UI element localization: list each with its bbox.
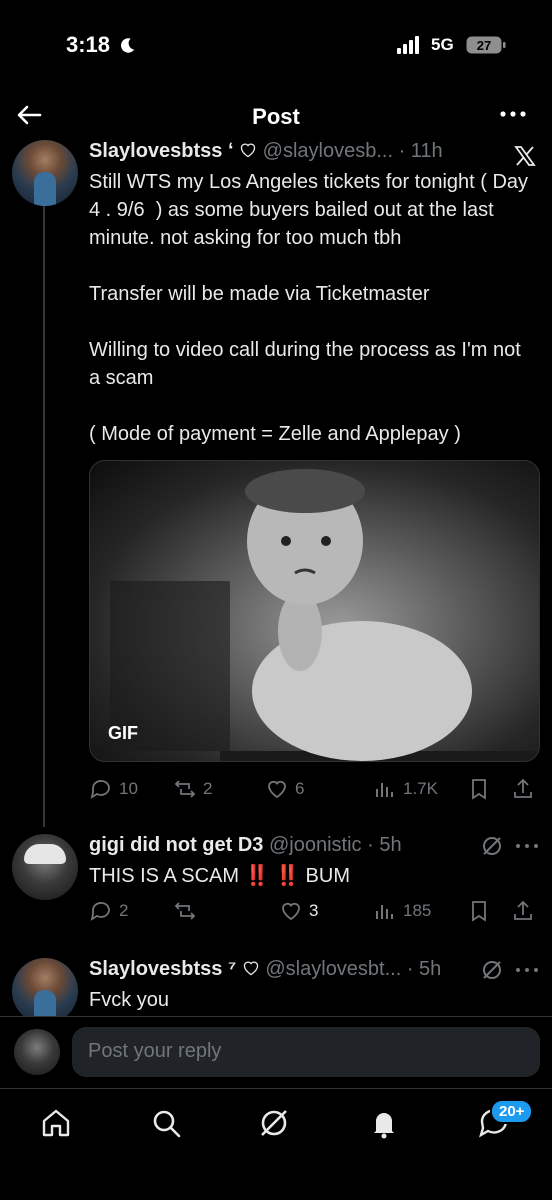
views-button[interactable]: 185 <box>373 896 431 926</box>
grok-icon[interactable] <box>480 958 504 982</box>
reply-count: 2 <box>119 901 129 920</box>
more-options-icon[interactable] <box>514 960 540 980</box>
post-paragraph: ( Mode of payment = Zelle and Applepay ) <box>89 423 461 445</box>
reply-composer: Post your reply <box>0 1016 552 1088</box>
like-count: 6 <box>295 779 305 798</box>
battery-icon: 27 <box>466 36 506 54</box>
share-button[interactable] <box>511 896 535 926</box>
post-actions: 10 2 6 1.7K <box>89 774 539 804</box>
repost-icon <box>174 902 196 920</box>
share-icon <box>514 900 532 920</box>
bookmark-icon <box>472 901 486 922</box>
grok-icon[interactable] <box>480 834 504 858</box>
bookmark-icon <box>472 779 486 800</box>
avatar <box>14 1029 60 1075</box>
reply-text: Fvck you <box>89 989 170 1011</box>
status-time: 3:18 <box>66 32 111 57</box>
heart-badge-icon <box>240 143 256 158</box>
more-options-icon[interactable] <box>514 836 540 856</box>
heart-badge-icon <box>243 961 259 976</box>
heart-icon <box>282 902 300 921</box>
repost-button[interactable] <box>173 896 197 926</box>
like-button[interactable]: 6 <box>265 774 304 804</box>
post-author-line: Slaylovesbtss ʻ @slaylovesb... · 11h <box>89 140 443 163</box>
thread-connector-line <box>43 205 45 827</box>
home-icon <box>42 1109 70 1137</box>
reply-actions: 2 3 185 <box>89 896 539 926</box>
heart-icon <box>268 780 286 799</box>
tab-search[interactable] <box>148 1105 184 1141</box>
author-handle-time: @slaylovesbt... · 5h <box>265 958 442 980</box>
like-count: 3 <box>309 901 319 920</box>
post-paragraph: Still WTS my Los Angeles tickets for ton… <box>89 171 534 249</box>
reply-button[interactable]: 2 <box>89 896 128 926</box>
author-badge-mark: ʻ <box>227 140 234 162</box>
reply-icon <box>90 902 110 921</box>
view-count: 185 <box>403 901 432 920</box>
reply-author-line: gigi did not get D3 @joonistic · 5h <box>89 834 402 857</box>
post-text: Still WTS my Los Angeles tickets for ton… <box>89 168 534 448</box>
bottom-tab-bar: 20+ <box>0 1088 552 1200</box>
gif-media[interactable]: GIF <box>89 460 540 762</box>
repost-count: 2 <box>203 779 213 798</box>
reply-icon <box>90 780 110 799</box>
battery-level: 27 <box>477 38 491 53</box>
share-button[interactable] <box>511 774 535 804</box>
author-name[interactable]: Slaylovesbtss <box>89 140 222 162</box>
status-bar: 3:18 5G 27 <box>0 0 552 92</box>
share-icon <box>514 778 532 798</box>
tab-home[interactable] <box>38 1105 74 1141</box>
signal-icon <box>397 36 419 54</box>
views-icon <box>376 783 393 797</box>
post-paragraph: Willing to video call during the process… <box>89 339 527 389</box>
author-name[interactable]: gigi did not get D3 <box>89 834 263 856</box>
reply-text-start: THIS IS A SCAM <box>89 865 245 887</box>
reply-text: THIS IS A SCAM ‼️ ‼️ BUM <box>89 862 534 890</box>
post-header: Post <box>0 92 552 140</box>
views-icon <box>376 905 393 919</box>
post-paragraph: Transfer will be made via Ticketmaster <box>89 283 430 305</box>
views-button[interactable]: 1.7K <box>373 774 438 804</box>
repost-button[interactable]: 2 <box>173 774 212 804</box>
moon-icon <box>121 38 135 53</box>
reply-author-line: Slaylovesbtss ⁷ @slaylovesbt... · 5h <box>89 958 441 981</box>
author-name[interactable]: Slaylovesbtss <box>89 958 222 980</box>
bell-icon <box>374 1113 394 1139</box>
reply-button[interactable]: 10 <box>89 774 138 804</box>
avatar[interactable] <box>12 140 78 206</box>
search-icon <box>153 1110 181 1138</box>
reply-input[interactable]: Post your reply <box>72 1027 540 1077</box>
double-exclamation-emoji: ‼️ ‼️ <box>244 865 300 887</box>
repost-icon <box>174 780 196 798</box>
avatar[interactable] <box>12 834 78 900</box>
notification-badge: 20+ <box>490 1099 534 1124</box>
x-logo-icon <box>514 146 536 166</box>
reply-text-end: BUM <box>299 865 350 887</box>
tab-notifications[interactable] <box>366 1105 402 1141</box>
bookmark-button[interactable] <box>467 774 491 804</box>
author-handle-time: @joonistic · 5h <box>269 834 402 856</box>
page-title: Post <box>252 104 300 129</box>
reply-count: 10 <box>119 779 138 798</box>
tab-grok[interactable] <box>256 1105 292 1141</box>
grok-icon <box>261 1110 287 1136</box>
more-options-icon[interactable] <box>498 102 528 126</box>
gif-image <box>110 469 539 761</box>
author-badge-mark: ⁷ <box>227 958 237 980</box>
avatar[interactable] <box>12 958 78 1024</box>
bookmark-button[interactable] <box>467 896 491 926</box>
like-button[interactable]: 3 <box>279 896 318 926</box>
gif-badge: GIF <box>108 723 138 743</box>
network-type: 5G <box>431 35 454 54</box>
view-count: 1.7K <box>403 779 438 798</box>
author-handle-time: @slaylovesb... · 11h <box>262 140 443 162</box>
